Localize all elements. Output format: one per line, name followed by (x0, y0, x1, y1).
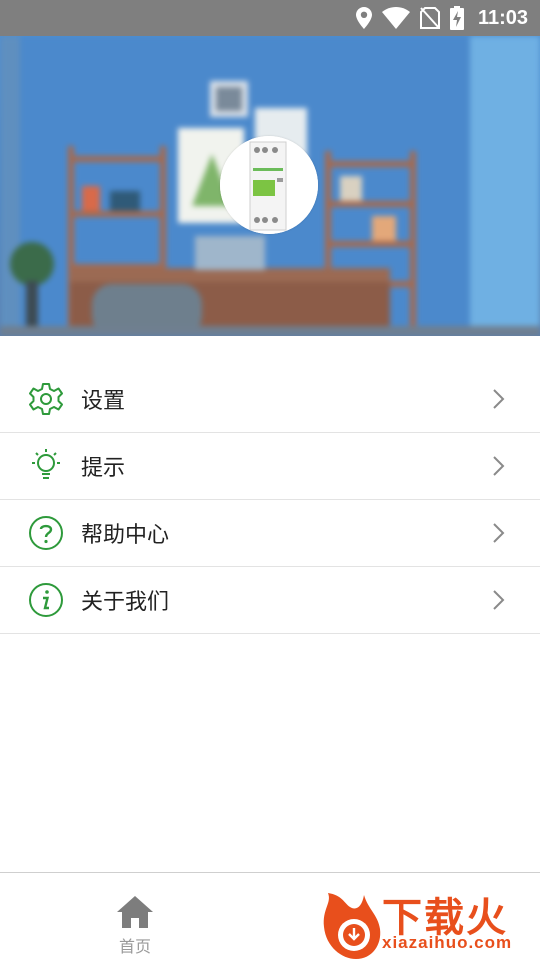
chevron-right-icon (493, 389, 505, 409)
profile-header (0, 36, 540, 336)
menu-label-about-us: 关于我们 (81, 590, 170, 615)
menu-label-settings: 设置 (81, 389, 126, 414)
chevron-right-icon (493, 523, 505, 543)
chevron-right-icon (493, 456, 505, 476)
lightbulb-icon (32, 449, 60, 479)
flame-logo-icon (323, 893, 381, 959)
question-circle-icon (29, 516, 63, 550)
info-circle-icon (29, 583, 63, 617)
watermark: 下载火 xiazaihuo.com (318, 887, 538, 961)
battery-charging-icon (449, 6, 464, 30)
clock: 11:03 (477, 6, 528, 29)
menu-item-settings[interactable]: 设置 (0, 366, 540, 433)
menu-item-tips[interactable]: 提示 (0, 433, 540, 500)
menu-item-help-center[interactable]: 帮助中心 (0, 500, 540, 567)
menu-label-tips: 提示 (81, 456, 126, 481)
wifi-icon (381, 7, 410, 29)
chevron-right-icon (493, 590, 505, 610)
watermark-url: xiazaihuo.com (382, 933, 513, 952)
home-icon (117, 896, 153, 928)
gear-icon (29, 383, 63, 415)
location-icon (355, 7, 372, 29)
bottom-navigation: 首页 下载火 xiazaihuo.com (0, 872, 540, 960)
menu-label-help-center: 帮助中心 (81, 523, 170, 548)
no-sim-icon (419, 7, 440, 29)
settings-menu: 设置 提示 帮助中心 关于我们 (0, 366, 540, 634)
status-bar: 11:03 (0, 0, 540, 36)
app-logo-icon (220, 136, 318, 234)
avatar[interactable] (220, 136, 318, 234)
nav-home-label: 首页 (118, 937, 151, 956)
nav-home-tab[interactable]: 首页 (100, 895, 170, 957)
menu-item-about-us[interactable]: 关于我们 (0, 567, 540, 634)
